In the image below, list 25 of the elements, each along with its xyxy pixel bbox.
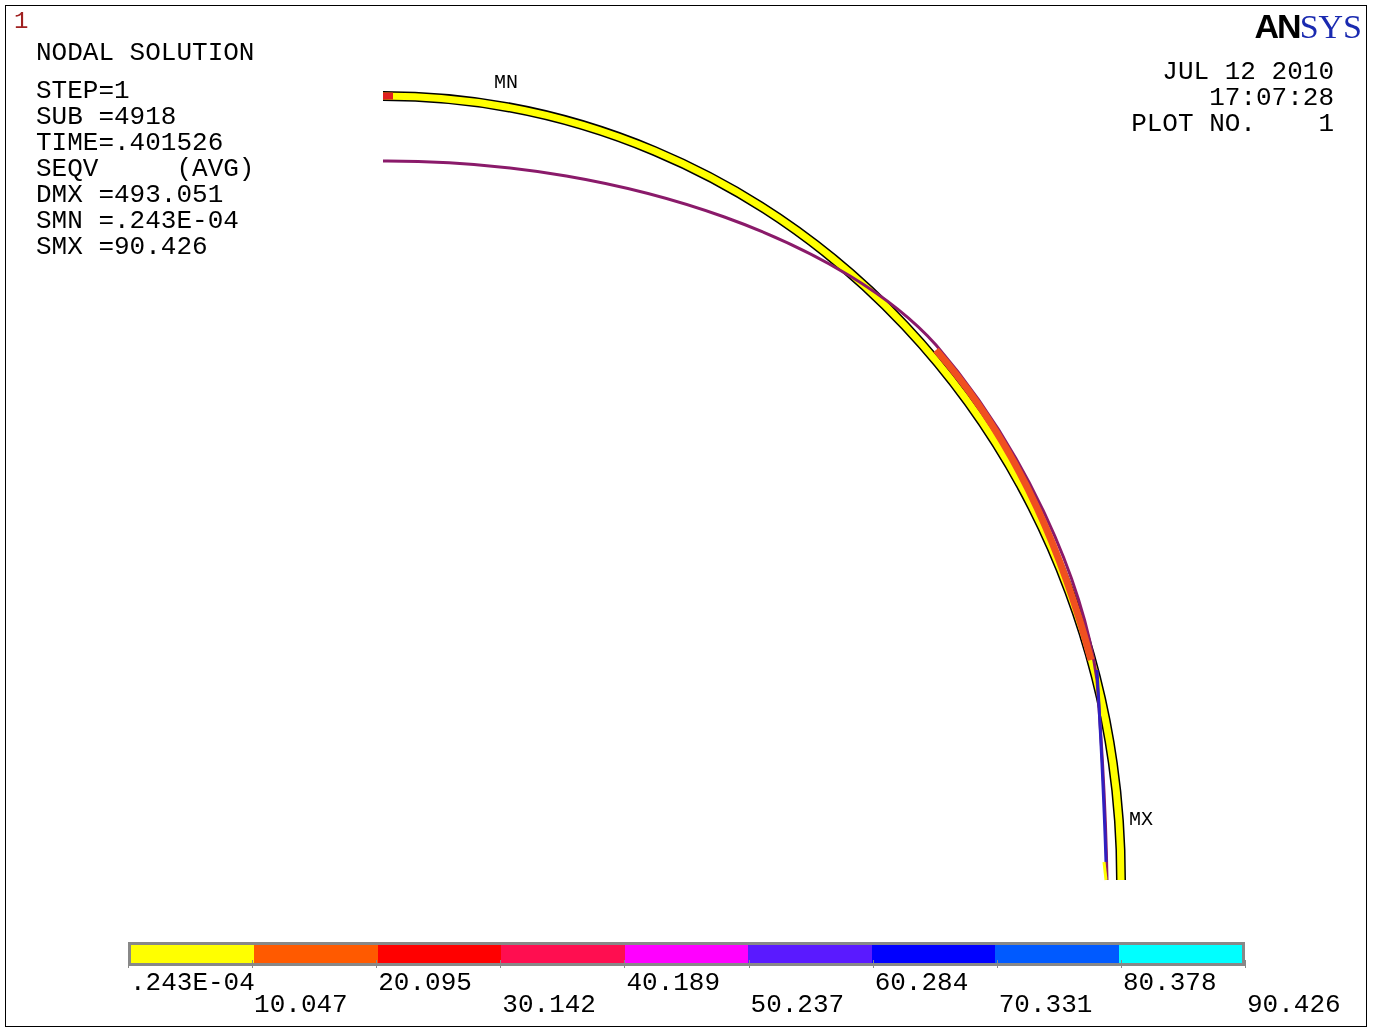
legend-label: 70.331	[998, 992, 1093, 1018]
info-line: STEP=1	[36, 78, 131, 104]
legend-label: 50.237	[750, 992, 845, 1018]
info-line: DMX =493.051	[36, 182, 224, 208]
info-line: TIME=.401526	[36, 130, 224, 156]
min-marker: MN	[494, 71, 519, 94]
info-line: SMX =90.426	[36, 234, 209, 260]
max-marker: MX	[1129, 808, 1154, 831]
ansys-logo: ANSYS	[1254, 8, 1362, 47]
legend-label: 10.047	[254, 992, 348, 1018]
legend-label: 90.426	[1247, 992, 1341, 1018]
legend-label: 30.142	[502, 992, 596, 1018]
legend-label: 80.378	[1122, 970, 1217, 996]
info-line: SEQV (AVG)	[36, 156, 256, 182]
stamp-text: PLOT NO. 1	[1131, 111, 1334, 137]
info-line: SMN =.243E-04	[36, 208, 240, 234]
stamp-text: JUL 12 2010	[1162, 59, 1334, 85]
window-number: 1	[14, 10, 30, 34]
stamp-text: 17:07:28	[1209, 85, 1334, 111]
plot-title: NODAL SOLUTION	[36, 40, 256, 66]
info-line: SUB =4918	[36, 104, 178, 130]
legend-label: .243E-04	[130, 970, 255, 996]
legend-label: 20.095	[378, 970, 472, 996]
legend-label: 60.284	[874, 970, 969, 996]
legend-label: 40.189	[626, 970, 721, 996]
